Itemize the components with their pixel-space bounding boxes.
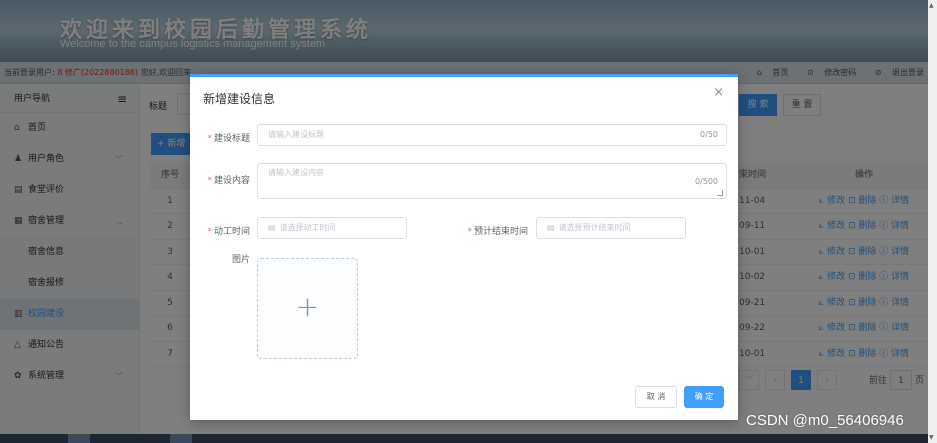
close-icon[interactable]: × (713, 85, 724, 100)
taskbar-app[interactable] (68, 434, 90, 443)
page-scrollbar[interactable]: ▲ ▼ (928, 0, 937, 443)
taskbar-app[interactable] (170, 434, 192, 443)
dialog-title: 新增建设信息 (203, 92, 276, 106)
title-input[interactable]: 请输入建设标题 0/50 (257, 124, 727, 146)
calendar-icon: ▤ (268, 223, 276, 232)
plus-icon: + (295, 290, 320, 323)
title-placeholder: 请输入建设标题 (268, 130, 324, 139)
end-time-placeholder: 请选择预计结束时间 (558, 223, 631, 232)
content-label: * 建设内容 (207, 176, 250, 186)
scroll-down-icon[interactable]: ▼ (929, 434, 934, 441)
start-time-picker[interactable]: ▤ 请选择动工时间 (257, 217, 407, 239)
cancel-button[interactable]: 取 消 (635, 386, 677, 408)
image-label: 图片 (231, 255, 250, 265)
start-time-label: * 动工时间 (207, 227, 250, 237)
title-char-count: 0/50 (700, 130, 718, 139)
content-char-count: 0/500 (694, 177, 718, 186)
end-time-label: * 预计结束时间 (467, 227, 528, 237)
scroll-up-icon[interactable]: ▲ (929, 2, 934, 9)
content-textarea[interactable]: 请输入建设内容 0/500 (257, 163, 727, 199)
confirm-button[interactable]: 确 定 (684, 386, 724, 408)
taskbar (0, 434, 928, 443)
calendar-icon: ▤ (547, 223, 555, 232)
end-time-picker[interactable]: ▤ 请选择预计结束时间 (536, 217, 686, 239)
title-label: * 建设标题 (207, 134, 250, 144)
watermark: CSDN @m0_56406946 (746, 412, 904, 429)
image-upload[interactable]: + (257, 258, 358, 359)
resize-handle[interactable] (717, 190, 723, 196)
add-construction-dialog: 新增建设信息 × * 建设标题 请输入建设标题 0/50 * 建设内容 请输入建设内… (190, 74, 738, 420)
content-placeholder: 请输入建设内容 (268, 168, 324, 177)
start-time-placeholder: 请选择动工时间 (279, 223, 336, 232)
